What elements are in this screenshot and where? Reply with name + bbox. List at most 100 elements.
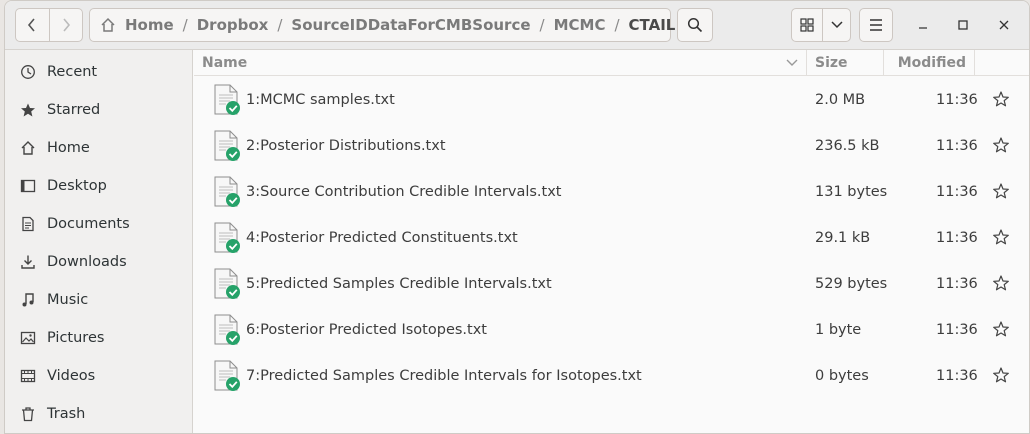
trash-icon (19, 405, 37, 423)
sidebar-item-home[interactable]: Home (5, 129, 192, 167)
column-header: Name Size Modified (194, 50, 1029, 76)
star-outline-icon[interactable] (992, 366, 1010, 384)
sidebar-item-label: Pictures (47, 330, 105, 346)
sidebar-item-label: Documents (47, 216, 130, 232)
download-icon (19, 253, 37, 271)
file-list-view: Name Size Modified 1:MCMC samples.txt 2.0… (194, 50, 1029, 433)
column-size-header[interactable]: Size (807, 50, 884, 75)
back-button[interactable] (16, 9, 49, 41)
close-button[interactable] (994, 15, 1014, 35)
forward-button[interactable] (48, 9, 83, 41)
sync-check-icon (226, 331, 240, 345)
search-button[interactable] (677, 8, 713, 42)
text-file-icon (214, 176, 240, 207)
maximize-button[interactable] (953, 15, 973, 35)
sidebar-item-label: Home (47, 140, 90, 156)
sidebar-item-recent[interactable]: Recent (5, 53, 192, 91)
sidebar-item-music[interactable]: Music (5, 281, 192, 319)
text-file-icon (214, 360, 240, 391)
path-segment-home[interactable]: Home (118, 16, 181, 34)
star-outline-icon[interactable] (992, 182, 1010, 200)
minimize-icon (919, 27, 927, 29)
sync-check-icon (226, 147, 240, 161)
navigation-buttons (15, 8, 83, 42)
home-icon (100, 17, 116, 33)
file-name: 2:Posterior Distributions.txt (246, 138, 446, 154)
file-modified: 11:36 (936, 230, 978, 246)
star-outline-icon[interactable] (992, 320, 1010, 338)
path-bar: Home / Dropbox / SourceIDDataForCMBSourc… (89, 8, 698, 42)
sidebar-item-label: Recent (47, 64, 98, 80)
sync-check-icon (226, 193, 240, 207)
view-grid-button[interactable] (791, 8, 823, 42)
path-segment-sourceid[interactable]: SourceIDDataForCMBSource (284, 16, 537, 34)
path-separator: / (277, 16, 283, 34)
file-row[interactable]: 7:Predicted Samples Credible Intervals f… (194, 353, 1029, 399)
file-name: 7:Predicted Samples Credible Intervals f… (246, 368, 642, 384)
sync-check-icon (226, 285, 240, 299)
file-row[interactable]: 2:Posterior Distributions.txt 236.5 kB 11:… (194, 123, 1029, 169)
sync-check-icon (226, 101, 240, 115)
sidebar-item-downloads[interactable]: Downloads (5, 243, 192, 281)
column-name-header[interactable]: Name (194, 50, 807, 75)
star-outline-icon[interactable] (992, 90, 1010, 108)
star-outline-icon[interactable] (992, 136, 1010, 154)
sidebar-item-label: Desktop (47, 178, 107, 194)
path-segment-dropbox[interactable]: Dropbox (190, 16, 276, 34)
home-icon (19, 139, 37, 157)
chevron-left-icon (28, 18, 35, 32)
video-icon (19, 367, 37, 385)
file-modified: 11:36 (936, 92, 978, 108)
file-size: 2.0 MB (815, 92, 866, 108)
view-options-button[interactable] (822, 8, 851, 42)
sidebar-item-pictures[interactable]: Pictures (5, 319, 192, 357)
file-name: 3:Source Contribution Credible Intervals… (246, 184, 562, 200)
file-size: 1 byte (815, 322, 862, 338)
file-size: 131 bytes (815, 184, 888, 200)
file-name: 6:Posterior Predicted Isotopes.txt (246, 322, 487, 338)
text-file-icon (214, 268, 240, 299)
file-modified: 11:36 (936, 368, 978, 384)
sidebar-item-trash[interactable]: Trash (5, 395, 192, 433)
column-modified-header[interactable]: Modified (884, 50, 975, 75)
document-icon (19, 215, 37, 233)
text-file-icon (214, 314, 240, 345)
chevron-down-icon (830, 21, 843, 29)
chevron-right-icon (63, 18, 70, 32)
file-row[interactable]: 4:Posterior Predicted Constituents.txt 29… (194, 215, 1029, 261)
star-icon (19, 101, 37, 119)
hamburger-menu-icon (870, 19, 882, 31)
column-name-label: Name (202, 54, 248, 71)
sidebar-item-videos[interactable]: Videos (5, 357, 192, 395)
file-row[interactable]: 6:Posterior Predicted Isotopes.txt 1 byte… (194, 307, 1029, 353)
file-modified: 11:36 (936, 184, 978, 200)
file-row[interactable]: 1:MCMC samples.txt 2.0 MB 11:36 (194, 77, 1029, 123)
file-rows: 1:MCMC samples.txt 2.0 MB 11:36 2:Posterior… (194, 76, 1029, 399)
file-name: 1:MCMC samples.txt (246, 92, 395, 108)
file-row[interactable]: 3:Source Contribution Credible Intervals… (194, 169, 1029, 215)
file-size: 236.5 kB (815, 138, 880, 154)
clock-icon (19, 63, 37, 81)
path-separator: / (614, 16, 620, 34)
text-file-icon (214, 130, 240, 161)
column-size-label: Size (815, 54, 848, 71)
minimize-button[interactable] (913, 15, 933, 35)
headerbar: Home / Dropbox / SourceIDDataForCMBSourc… (5, 1, 1029, 50)
main-menu-button[interactable] (859, 8, 893, 42)
picture-icon (19, 329, 37, 347)
sidebar-item-desktop[interactable]: Desktop (5, 167, 192, 205)
file-row[interactable]: 5:Predicted Samples Credible Intervals.t… (194, 261, 1029, 307)
grid-view-icon (800, 18, 814, 32)
star-outline-icon[interactable] (992, 228, 1010, 246)
path-segment-mcmc[interactable]: MCMC (547, 16, 613, 34)
text-file-icon (214, 84, 240, 115)
file-name: 4:Posterior Predicted Constituents.txt (246, 230, 518, 246)
sidebar-item-documents[interactable]: Documents (5, 205, 192, 243)
sidebar-item-starred[interactable]: Starred (5, 91, 192, 129)
star-outline-icon[interactable] (992, 274, 1010, 292)
file-modified: 11:36 (936, 322, 978, 338)
file-modified: 11:36 (936, 276, 978, 292)
file-size: 0 bytes (815, 368, 869, 384)
file-size: 529 bytes (815, 276, 888, 292)
sync-check-icon (226, 377, 240, 391)
